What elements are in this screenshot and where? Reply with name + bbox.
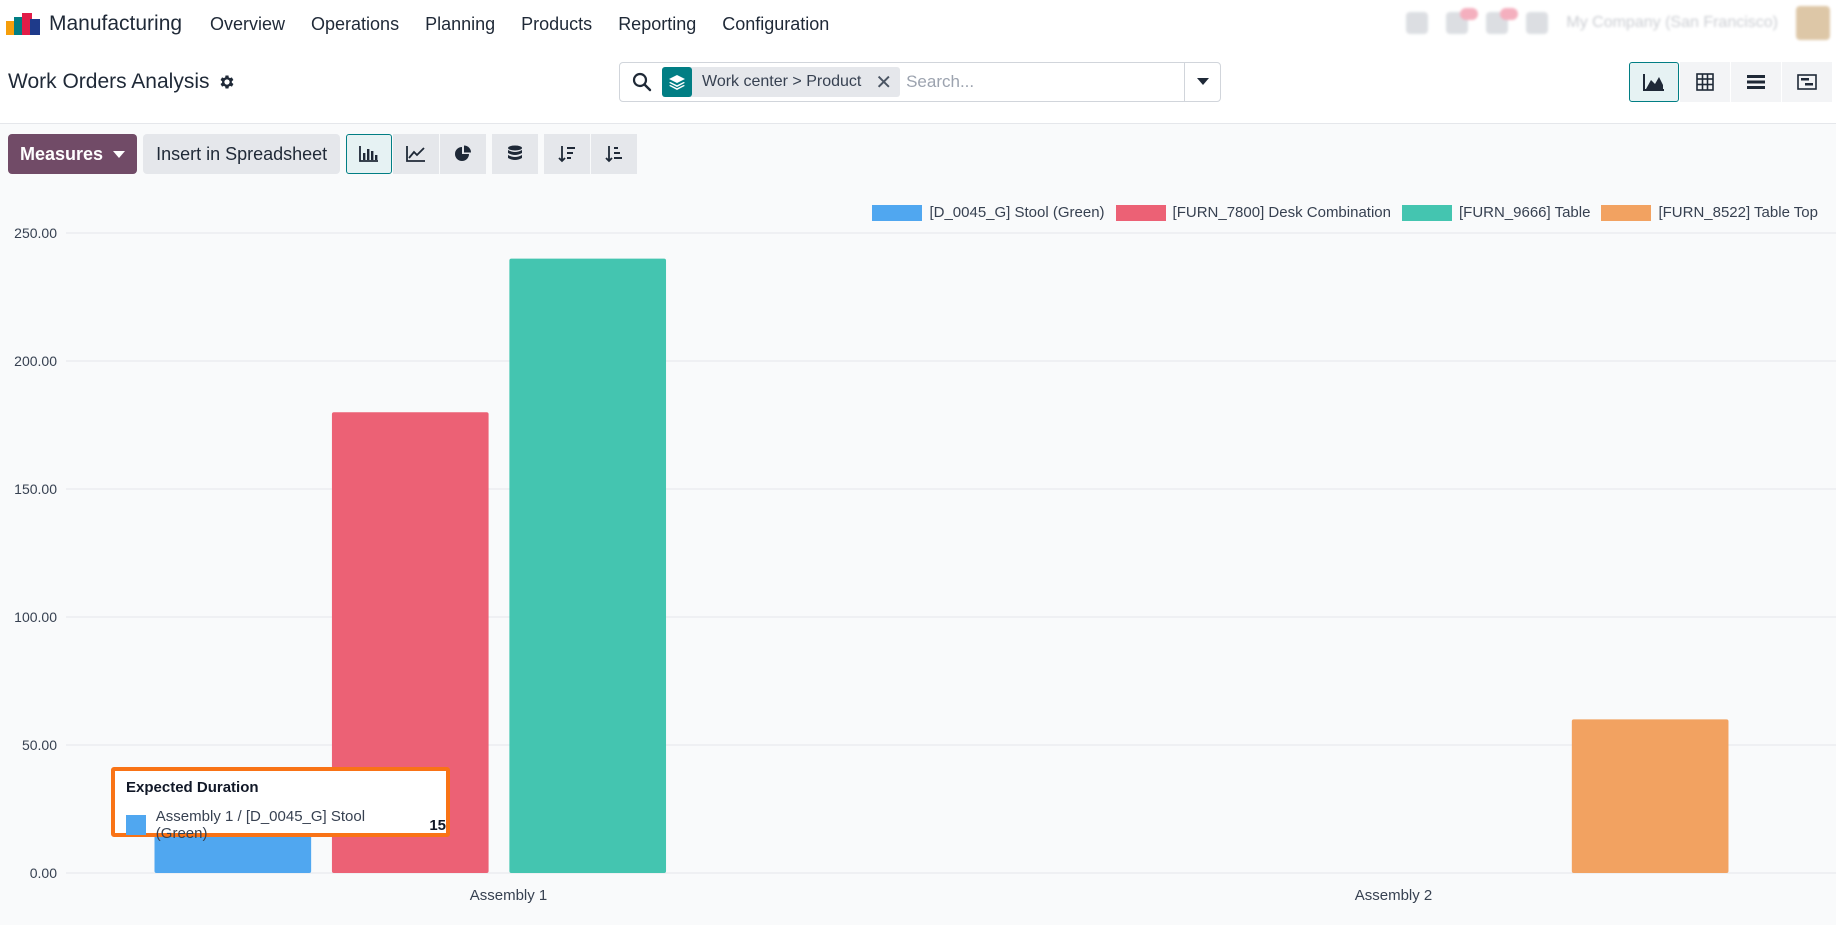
- view-switcher: [1629, 62, 1832, 102]
- layers-icon: [662, 67, 692, 97]
- groupby-facet: Work center > Product ✕: [662, 67, 901, 97]
- x-tick-label: Assembly 2: [1355, 887, 1433, 904]
- app-name[interactable]: Manufacturing: [49, 12, 182, 36]
- manufacturing-app-icon[interactable]: [6, 13, 40, 35]
- gantt-view-button[interactable]: [1782, 62, 1832, 102]
- menu-configuration[interactable]: Configuration: [722, 14, 829, 35]
- facet-label: Work center > Product: [702, 73, 862, 90]
- gantt-icon: [1797, 74, 1817, 90]
- search-input[interactable]: [906, 72, 1177, 92]
- area-chart-icon: [1643, 74, 1664, 91]
- tooltip-swatch: [126, 815, 146, 835]
- table-icon: [1696, 73, 1714, 91]
- tooltip-row: Assembly 1 / [D_0045_G] Stool (Green) 15: [126, 808, 446, 842]
- apps-icon[interactable]: [1406, 12, 1429, 34]
- bar[interactable]: [1571, 719, 1729, 873]
- control-panel: Work Orders Analysis Work center > Produ…: [0, 48, 1836, 124]
- user-avatar[interactable]: [1796, 6, 1830, 40]
- main-menu: Overview Operations Planning Products Re…: [210, 14, 855, 35]
- tooltip-value: 15: [429, 816, 446, 834]
- menu-operations[interactable]: Operations: [311, 14, 399, 35]
- company-switcher[interactable]: My Company (San Francisco): [1566, 14, 1778, 32]
- menu-planning[interactable]: Planning: [425, 14, 495, 35]
- y-tick-label: 50.00: [22, 737, 57, 753]
- pivot-view-button[interactable]: [1680, 62, 1730, 102]
- search-options-toggle[interactable]: [1184, 63, 1220, 101]
- systray: My Company (San Francisco): [1406, 6, 1830, 40]
- y-tick-label: 0.00: [30, 865, 57, 881]
- top-navbar: Manufacturing Overview Operations Planni…: [0, 0, 1836, 48]
- page-title: Work Orders Analysis: [8, 70, 236, 94]
- menu-reporting[interactable]: Reporting: [618, 14, 696, 35]
- list-icon: [1747, 75, 1765, 89]
- search-bar: Work center > Product ✕: [619, 62, 1221, 102]
- y-tick-label: 150.00: [14, 481, 57, 497]
- x-tick-label: Assembly 1: [470, 887, 548, 904]
- facet-remove-icon[interactable]: ✕: [875, 70, 892, 95]
- graph-view-button[interactable]: [1629, 62, 1679, 102]
- tools-icon[interactable]: [1526, 12, 1549, 34]
- search-icon[interactable]: [632, 72, 652, 92]
- activities-badge: [1500, 8, 1519, 20]
- menu-overview[interactable]: Overview: [210, 14, 285, 35]
- tooltip-label: Assembly 1 / [D_0045_G] Stool (Green): [155, 808, 366, 842]
- list-view-button[interactable]: [1731, 62, 1781, 102]
- page-title-text: Work Orders Analysis: [8, 70, 210, 93]
- menu-products[interactable]: Products: [521, 14, 592, 35]
- y-tick-label: 100.00: [14, 609, 57, 625]
- bar[interactable]: [509, 258, 667, 874]
- activities-icon[interactable]: [1486, 8, 1519, 34]
- chart-tooltip: Expected Duration Assembly 1 / [D_0045_G…: [111, 767, 450, 842]
- gear-icon[interactable]: [218, 73, 236, 91]
- tooltip-title: Expected Duration: [126, 779, 259, 796]
- y-tick-label: 200.00: [14, 353, 57, 369]
- messages-badge: [1460, 8, 1479, 20]
- messages-icon[interactable]: [1446, 8, 1479, 34]
- y-tick-label: 250.00: [14, 225, 57, 241]
- caret-down-icon: [1196, 78, 1209, 85]
